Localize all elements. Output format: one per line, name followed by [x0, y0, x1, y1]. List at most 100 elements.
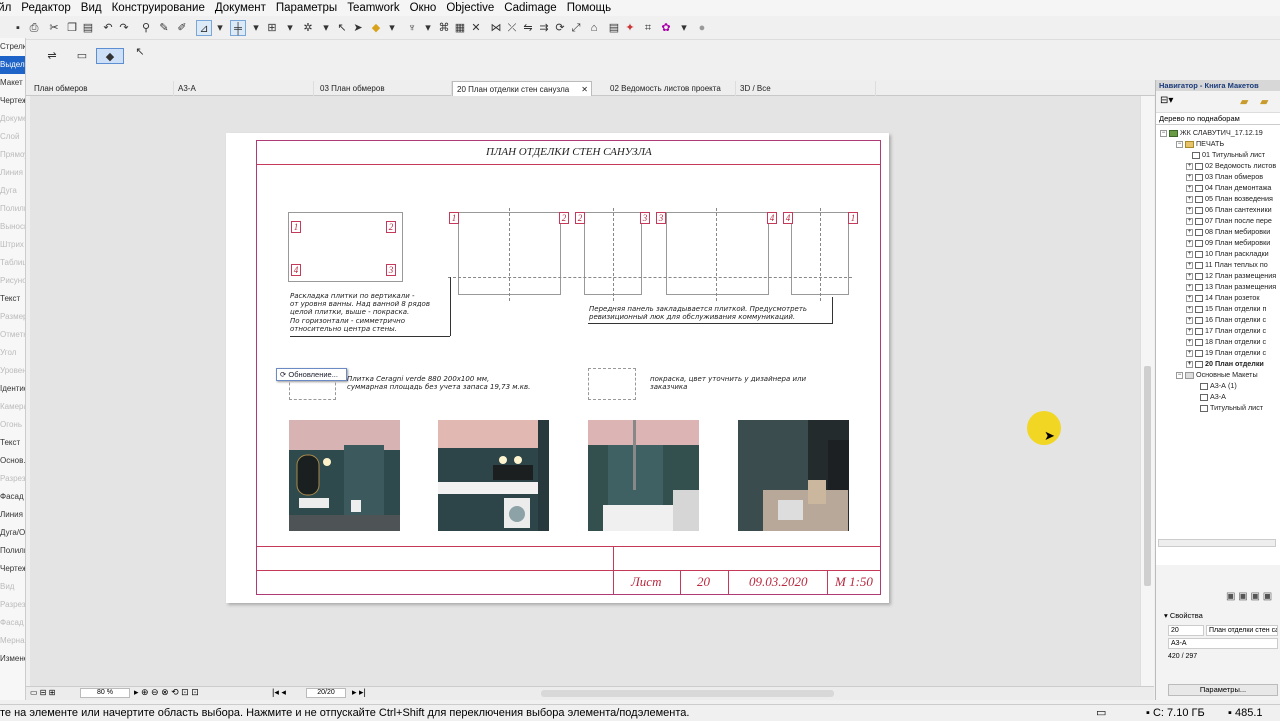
tree-sheet[interactable]: +10 План раскладки	[1186, 248, 1269, 259]
table-icon[interactable]: ▦	[452, 20, 468, 36]
page-nav-icon[interactable]: |◂ ◂	[272, 687, 286, 698]
tree-sheet[interactable]: +05 План возведения	[1186, 193, 1273, 204]
tree-master[interactable]: Титульный лист	[1200, 402, 1263, 413]
tab-02-sheets[interactable]: 02 Ведомость листов проекта	[606, 81, 736, 96]
find-select-icon[interactable]: ⚲	[138, 20, 154, 36]
split-icon[interactable]: ⤫	[504, 20, 520, 36]
dropdown-icon[interactable]: ▾	[248, 20, 264, 36]
expand-icon[interactable]: +	[1186, 261, 1193, 269]
tab-a3a[interactable]: А3-А	[174, 81, 314, 96]
collapse-icon[interactable]: ▾	[1164, 611, 1168, 620]
mirror-icon[interactable]: ⇋	[520, 20, 536, 36]
tool-item[interactable]: Дуга/О...	[0, 524, 25, 542]
prop-master-field[interactable]: А3-А	[1168, 638, 1278, 649]
grid-icon[interactable]: ▤	[606, 20, 622, 36]
paste-icon[interactable]: ▤	[80, 20, 96, 36]
pointer-icon[interactable]: ➤	[350, 20, 366, 36]
scroll-thumb[interactable]	[1144, 366, 1151, 586]
tool-item[interactable]: Стрелка	[0, 38, 25, 56]
tool-item[interactable]: Слой	[0, 128, 25, 146]
expand-icon[interactable]: +	[1186, 327, 1193, 335]
copy-icon[interactable]: ❐	[64, 20, 80, 36]
tab-20-finishing[interactable]: 20 План отделки стен санузла ✕	[452, 81, 592, 96]
tree-project[interactable]: − ЖК СЛАВУТИЧ_17.12.19	[1160, 127, 1263, 138]
selection-mode-icon[interactable]: ◆	[96, 48, 124, 64]
dropdown-icon[interactable]: ▾	[212, 20, 228, 36]
tool-item[interactable]: Линия	[0, 164, 25, 182]
tree-sheet[interactable]: +12 План размещения	[1186, 270, 1276, 281]
trim-icon[interactable]: ⋈	[488, 20, 504, 36]
menu-design[interactable]: Конструирование	[107, 0, 210, 16]
save-icon[interactable]: ▪	[10, 20, 26, 36]
tree-sheet[interactable]: +07 План после пере	[1186, 215, 1272, 226]
offset-icon[interactable]: ⇉	[536, 20, 552, 36]
tool-item[interactable]: Мерная	[0, 632, 25, 650]
tab-3d[interactable]: 3D / Все	[736, 81, 876, 96]
tree-hscrollbar[interactable]	[1158, 539, 1276, 547]
delete-icon[interactable]: ▣	[1263, 591, 1272, 602]
vertical-scrollbar[interactable]	[1140, 96, 1154, 686]
expand-icon[interactable]: +	[1186, 283, 1193, 291]
expand-icon[interactable]: +	[1186, 294, 1193, 302]
close-x-icon[interactable]: ✕	[468, 20, 484, 36]
page-field[interactable]: 20/20	[306, 688, 346, 698]
expand-icon[interactable]: +	[1186, 338, 1193, 346]
tool-item[interactable]: Полилиния	[0, 200, 25, 218]
collapse-icon[interactable]: −	[1160, 129, 1167, 137]
marquee-icon[interactable]: ▭	[74, 48, 90, 64]
tool-item[interactable]: Документ	[0, 110, 25, 128]
arrow-icon[interactable]: ↖	[334, 20, 350, 36]
menu-editor[interactable]: Редактор	[16, 0, 76, 16]
zoom-field[interactable]: 80 %	[80, 688, 130, 698]
tree-sheet[interactable]: +14 План розеток	[1186, 292, 1260, 303]
tool-item[interactable]: Огонь	[0, 416, 25, 434]
tree-sheet[interactable]: +13 План размещения	[1186, 281, 1276, 292]
tool-item[interactable]: Отметка	[0, 326, 25, 344]
prop-id-field[interactable]: 20	[1168, 625, 1204, 636]
new-layout-icon[interactable]: ▣	[1238, 591, 1247, 602]
tab-survey-plan[interactable]: План обмеров	[30, 81, 174, 96]
tool-item[interactable]: Чертеж	[0, 560, 25, 578]
tree-master[interactable]: А3-А (1)	[1200, 380, 1237, 391]
menu-file[interactable]: Файл	[0, 0, 16, 16]
scale-icon[interactable]: ⤢	[568, 20, 584, 36]
new-folder-icon[interactable]: ▰	[1260, 95, 1268, 108]
tree-folder[interactable]: − ПЕЧАТЬ	[1176, 138, 1224, 149]
collapse-icon[interactable]: −	[1176, 140, 1183, 148]
prop-name-field[interactable]: План отделки стен са	[1206, 625, 1278, 636]
tool-item[interactable]: Таблица	[0, 254, 25, 272]
expand-icon[interactable]: +	[1186, 239, 1193, 247]
dropdown-icon[interactable]: ▾	[282, 20, 298, 36]
guide-icon[interactable]: ⊞	[264, 20, 280, 36]
params-button[interactable]: Параметры...	[1168, 684, 1278, 696]
expand-icon[interactable]: +	[1186, 184, 1193, 192]
folder-icon[interactable]: ▰	[1240, 95, 1248, 108]
pen-icon[interactable]: ♆	[404, 20, 420, 36]
tool-item[interactable]: Прямоуг	[0, 146, 25, 164]
expand-icon[interactable]: +	[1186, 250, 1193, 258]
view-mode-icon[interactable]: ▭ ⊟ ⊞	[30, 688, 55, 697]
line-type-icon[interactable]: ⇌	[44, 48, 60, 64]
tool-item[interactable]: Разрез	[0, 596, 25, 614]
menu-window[interactable]: Окно	[405, 0, 442, 16]
syringe-icon[interactable]: ✐	[174, 20, 190, 36]
print-icon[interactable]: ⎙	[26, 20, 42, 36]
navigator-mode-icon[interactable]: ⊟▾	[1160, 95, 1173, 106]
tool-item[interactable]: Рисунок	[0, 272, 25, 290]
tool-item[interactable]: Камера	[0, 398, 25, 416]
tool-item[interactable]: Текст	[0, 290, 25, 308]
tool-item[interactable]: Основ.	[0, 452, 25, 470]
expand-icon[interactable]: +	[1186, 206, 1193, 214]
tool-item[interactable]: Линия	[0, 506, 25, 524]
tool-item[interactable]: Полили...	[0, 542, 25, 560]
expand-icon[interactable]: +	[1186, 272, 1193, 280]
tree-sheet[interactable]: +03 План обмеров	[1186, 171, 1263, 182]
tree-sheet[interactable]: +19 План отделки с	[1186, 347, 1266, 358]
menu-help[interactable]: Помощь	[562, 0, 616, 16]
tree-sheet[interactable]: +04 План демонтажа	[1186, 182, 1271, 193]
publish-icon[interactable]: ✿	[658, 20, 674, 36]
expand-icon[interactable]: +	[1186, 360, 1193, 368]
grid-snap-icon[interactable]: ╪	[230, 20, 246, 36]
menu-document[interactable]: Документ	[210, 0, 271, 16]
tool-item[interactable]: Размер	[0, 308, 25, 326]
